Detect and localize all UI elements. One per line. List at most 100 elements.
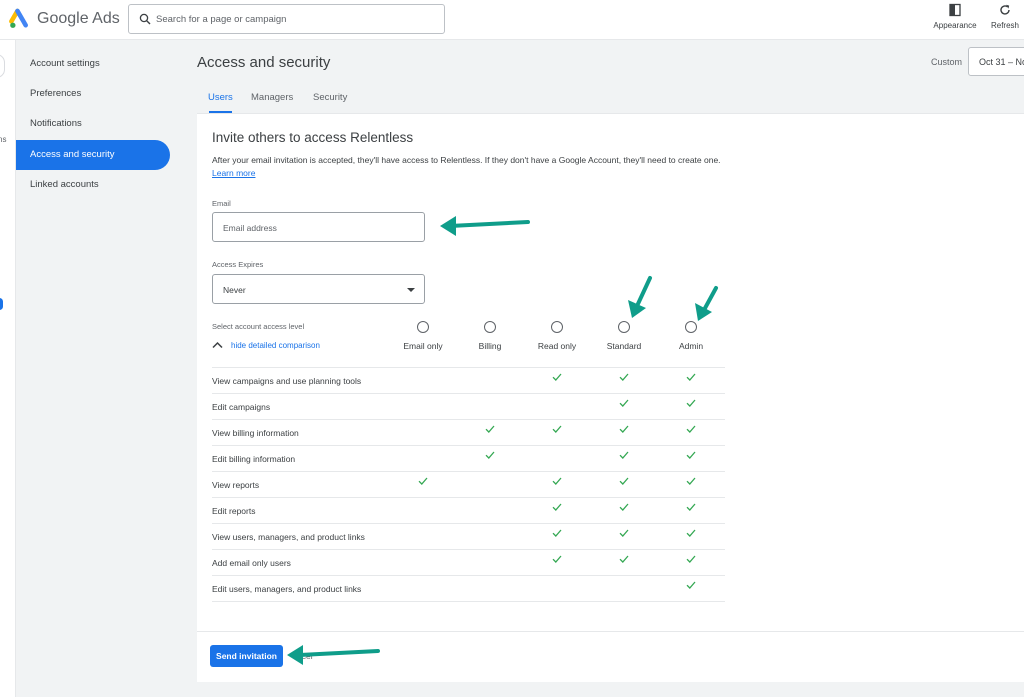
permission-name: Edit campaigns (212, 402, 271, 412)
google-ads-logo-icon[interactable] (9, 8, 31, 30)
check-icon (616, 555, 632, 569)
sidebar: Account settings Preferences Notificatio… (16, 40, 186, 697)
check-icon (683, 581, 699, 595)
app-name: Google Ads (37, 10, 120, 27)
radio-read-only[interactable] (551, 321, 563, 333)
sidebar-item-linked-accounts[interactable]: Linked accounts (16, 170, 170, 200)
permission-name: Edit users, managers, and product links (212, 584, 362, 594)
left-rail: ns (0, 40, 16, 697)
send-invitation-button[interactable]: Send invitation (210, 645, 283, 667)
hide-comparison-label: hide detailed comparison (231, 341, 320, 350)
permission-row: View users, managers, and product links (212, 524, 725, 550)
tab-security[interactable]: Security (313, 92, 347, 103)
level-option-read-only[interactable]: Read only (522, 321, 592, 351)
level-name: Billing (478, 341, 502, 351)
access-level-label: Select account access level (212, 322, 305, 331)
appearance-label: Appearance (933, 21, 977, 30)
invite-description-text: After your email invitation is accepted,… (212, 155, 721, 165)
refresh-icon (1000, 4, 1010, 15)
cancel-button[interactable]: ncel (297, 651, 313, 661)
radio-billing[interactable] (484, 321, 496, 333)
rail-indicator (0, 298, 3, 310)
permission-name: View reports (212, 480, 260, 490)
rail-partial-label: ns (0, 135, 7, 144)
search-placeholder: Search for a page or campaign (156, 14, 287, 25)
radio-admin[interactable] (685, 321, 697, 333)
permission-row: View billing information (212, 420, 725, 446)
email-label: Email (212, 199, 231, 208)
check-icon (683, 529, 699, 543)
level-option-standard[interactable]: Standard (589, 321, 659, 351)
check-icon (549, 555, 565, 569)
learn-more-link[interactable]: Learn more (212, 168, 255, 178)
check-icon (482, 425, 498, 439)
check-icon (549, 503, 565, 517)
date-range-type: Custom (931, 57, 963, 67)
check-icon (683, 399, 699, 413)
check-icon (683, 373, 699, 387)
check-icon (616, 503, 632, 517)
check-icon (616, 399, 632, 413)
check-icon (683, 555, 699, 569)
tab-users[interactable]: Users (208, 92, 233, 103)
check-icon (549, 425, 565, 439)
tab-managers[interactable]: Managers (251, 92, 293, 103)
check-icon (549, 373, 565, 387)
sidebar-item-access-and-security[interactable]: Access and security (16, 140, 170, 170)
dropdown-arrow-icon (407, 288, 415, 292)
access-expires-value: Never (223, 285, 246, 295)
sidebar-item-preferences[interactable]: Preferences (16, 79, 170, 109)
check-icon (415, 477, 431, 491)
check-icon (683, 451, 699, 465)
refresh-button[interactable]: Refresh (986, 3, 1024, 30)
permission-row: Edit campaigns (212, 394, 725, 420)
permission-row: Edit billing information (212, 446, 725, 472)
check-icon (616, 451, 632, 465)
appearance-button[interactable]: Appearance (929, 3, 981, 30)
radio-email-only[interactable] (417, 321, 429, 333)
permissions-table: View campaigns and use planning tools Edi… (212, 367, 725, 602)
permission-row: Edit users, managers, and product links (212, 576, 725, 602)
check-icon (683, 477, 699, 491)
permission-row: View reports (212, 472, 725, 498)
check-icon (549, 529, 565, 543)
permission-row: Add email only users (212, 550, 725, 576)
level-option-email-only[interactable]: Email only (388, 321, 458, 351)
permission-name: View campaigns and use planning tools (212, 376, 362, 386)
chevron-up-icon (212, 341, 223, 349)
invite-title: Invite others to access Relentless (212, 130, 414, 145)
sidebar-item-notifications[interactable]: Notifications (16, 109, 170, 139)
email-field[interactable]: Email address (212, 212, 425, 242)
check-icon (683, 503, 699, 517)
rail-button[interactable] (0, 54, 5, 78)
appearance-icon (949, 3, 961, 17)
search-box[interactable]: Search for a page or campaign (128, 4, 445, 34)
sidebar-item-account-settings[interactable]: Account settings (16, 49, 170, 79)
check-icon (616, 373, 632, 387)
radio-standard[interactable] (618, 321, 630, 333)
level-name: Read only (537, 341, 577, 351)
permission-row: Edit reports (212, 498, 725, 524)
check-icon (616, 425, 632, 439)
permission-name: View billing information (212, 428, 299, 438)
level-option-admin[interactable]: Admin (656, 321, 726, 351)
check-icon (549, 477, 565, 491)
level-name: Email only (403, 341, 443, 351)
permission-name: Edit billing information (212, 454, 296, 464)
permission-name: Edit reports (212, 506, 256, 516)
check-icon (683, 425, 699, 439)
page-title: Access and security (197, 54, 331, 71)
level-option-billing[interactable]: Billing (455, 321, 525, 351)
search-icon (139, 13, 151, 25)
permission-name: Add email only users (212, 558, 291, 568)
invite-description: After your email invitation is accepted,… (212, 154, 722, 180)
check-icon (616, 477, 632, 491)
permission-name: View users, managers, and product links (212, 532, 365, 542)
check-icon (616, 529, 632, 543)
level-name: Admin (678, 341, 704, 351)
access-expires-select[interactable]: Never (212, 274, 425, 304)
date-range-picker[interactable]: Oct 31 – No (968, 47, 1024, 76)
level-name: Standard (606, 341, 642, 351)
top-bar: Google Ads Search for a page or campaign… (0, 0, 1024, 40)
invite-card: Invite others to access Relentless After… (197, 113, 1024, 682)
